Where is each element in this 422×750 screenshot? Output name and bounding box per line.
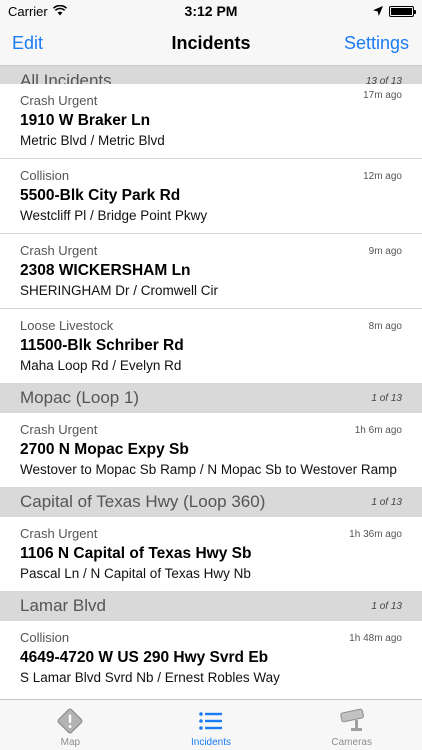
incident-age: 1h 48m ago [349, 633, 402, 644]
tab-bar: Map Incidents Cameras [0, 699, 422, 750]
incident-type: Crash Urgent [20, 422, 98, 437]
incident-age: 1h 6m ago [354, 425, 402, 436]
incident-list[interactable]: All Incidents 13 of 13 Crash Urgent 17m … [0, 66, 422, 699]
incident-age: 8m ago [368, 321, 402, 332]
section-count: 1 of 13 [371, 600, 402, 612]
tab-label: Cameras [331, 737, 372, 748]
incident-cross-streets: S Lamar Blvd Svrd Nb / Ernest Robles Way [20, 670, 280, 685]
status-right [373, 4, 416, 19]
section-title: Mopac (Loop 1) [20, 388, 140, 407]
section-title: Capital of Texas Hwy (Loop 360) [20, 492, 266, 511]
incident-row[interactable]: Collision 1h 48m ago 4649-4720 W US 290 … [0, 621, 422, 695]
incident-row[interactable]: Collision 12m ago 5500-Blk City Park Rd … [0, 159, 422, 234]
status-bar: Carrier 3:12 PM [0, 0, 422, 22]
section-header-capital-of-texas: Capital of Texas Hwy (Loop 360) 1 of 13 [0, 487, 422, 517]
tab-map[interactable]: Map [0, 700, 141, 750]
incident-address: 2308 WICKERSHAM Ln [20, 262, 191, 279]
incident-address: 5500-Blk City Park Rd [20, 187, 181, 204]
tab-incidents[interactable]: Incidents [141, 700, 282, 750]
battery-icon [389, 5, 416, 17]
section-count: 1 of 13 [371, 392, 402, 404]
incident-type: Collision [20, 168, 70, 183]
section-header-mopac: Mopac (Loop 1) 1 of 13 [0, 383, 422, 413]
incident-type: Collision [20, 630, 70, 645]
wifi-icon [52, 4, 67, 19]
incident-cross-streets: Westover to Mopac Sb Ramp / N Mopac Sb t… [20, 462, 397, 477]
tab-label: Incidents [190, 737, 232, 748]
incident-type: Crash Urgent [20, 526, 98, 541]
incident-type: Crash Urgent [20, 93, 98, 108]
incident-address: 1910 W Braker Ln [20, 112, 151, 129]
list-icon [197, 707, 225, 735]
tab-label: Map [60, 737, 81, 748]
section-title: Lamar Blvd [20, 596, 106, 615]
incident-cross-streets: Maha Loop Rd / Evelyn Rd [20, 358, 182, 373]
settings-button[interactable]: Settings [344, 33, 409, 54]
incident-age: 12m ago [363, 171, 402, 182]
incident-address: 2700 N Mopac Expy Sb [20, 441, 189, 458]
incident-cross-streets: SHERINGHAM Dr / Cromwell Cir [20, 283, 219, 298]
incident-row[interactable]: Crash Urgent 1h 6m ago 2700 N Mopac Expy… [0, 413, 422, 487]
section-header-lamar: Lamar Blvd 1 of 13 [0, 591, 422, 621]
incident-age: 17m ago [363, 90, 402, 101]
incident-type: Loose Livestock [20, 318, 114, 333]
incident-age: 9m ago [368, 246, 402, 257]
location-arrow-icon [373, 4, 383, 19]
incident-row[interactable]: Crash Urgent 9m ago 2308 WICKERSHAM Ln S… [0, 234, 422, 309]
incident-type: Crash Urgent [20, 243, 98, 258]
edit-button[interactable]: Edit [12, 33, 43, 54]
incident-row[interactable]: Crash Urgent 1h 36m ago 1106 N Capital o… [0, 517, 422, 591]
incident-cross-streets: Metric Blvd / Metric Blvd [20, 133, 165, 148]
section-count: 1 of 13 [371, 496, 402, 508]
incident-address: 1106 N Capital of Texas Hwy Sb [20, 545, 252, 562]
navigation-bar: Edit Incidents Settings [0, 22, 422, 66]
tab-cameras[interactable]: Cameras [281, 700, 422, 750]
warning-sign-icon [56, 707, 84, 735]
carrier-label: Carrier [8, 3, 48, 19]
status-left: Carrier [8, 4, 67, 19]
incident-row[interactable]: Loose Livestock 8m ago 11500-Blk Schribe… [0, 309, 422, 383]
incident-row[interactable]: Crash Urgent 17m ago 1910 W Braker Ln Me… [0, 84, 422, 159]
incident-address: 4649-4720 W US 290 Hwy Svrd Eb [20, 649, 269, 666]
incident-cross-streets: Westcliff Pl / Bridge Point Pkwy [20, 208, 208, 223]
incident-cross-streets: Pascal Ln / N Capital of Texas Hwy Nb [20, 566, 251, 581]
incident-age: 1h 36m ago [349, 529, 402, 540]
camera-icon [335, 707, 369, 735]
incident-address: 11500-Blk Schriber Rd [20, 337, 184, 354]
